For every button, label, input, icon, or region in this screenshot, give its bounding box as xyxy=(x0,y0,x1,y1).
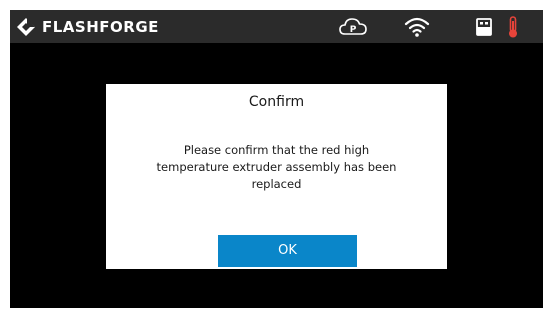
printer-screen: FLASHFORGE P Confirm Please confirm that… xyxy=(10,10,543,308)
wifi-icon[interactable] xyxy=(404,15,430,39)
confirm-dialog: Confirm Please confirm that the red high… xyxy=(106,84,447,269)
cloud-p-icon[interactable]: P xyxy=(338,15,368,39)
flashforge-logo-icon xyxy=(17,18,35,36)
svg-text:P: P xyxy=(350,25,357,35)
dialog-message: Please confirm that the red high tempera… xyxy=(156,143,397,191)
dialog-title: Confirm xyxy=(248,94,305,110)
status-bar: FLASHFORGE P xyxy=(10,10,543,43)
usb-icon[interactable] xyxy=(474,15,494,39)
brand-name: FLASHFORGE xyxy=(42,18,159,36)
ok-button[interactable]: OK xyxy=(218,235,357,267)
thermometer-icon[interactable] xyxy=(506,15,520,39)
